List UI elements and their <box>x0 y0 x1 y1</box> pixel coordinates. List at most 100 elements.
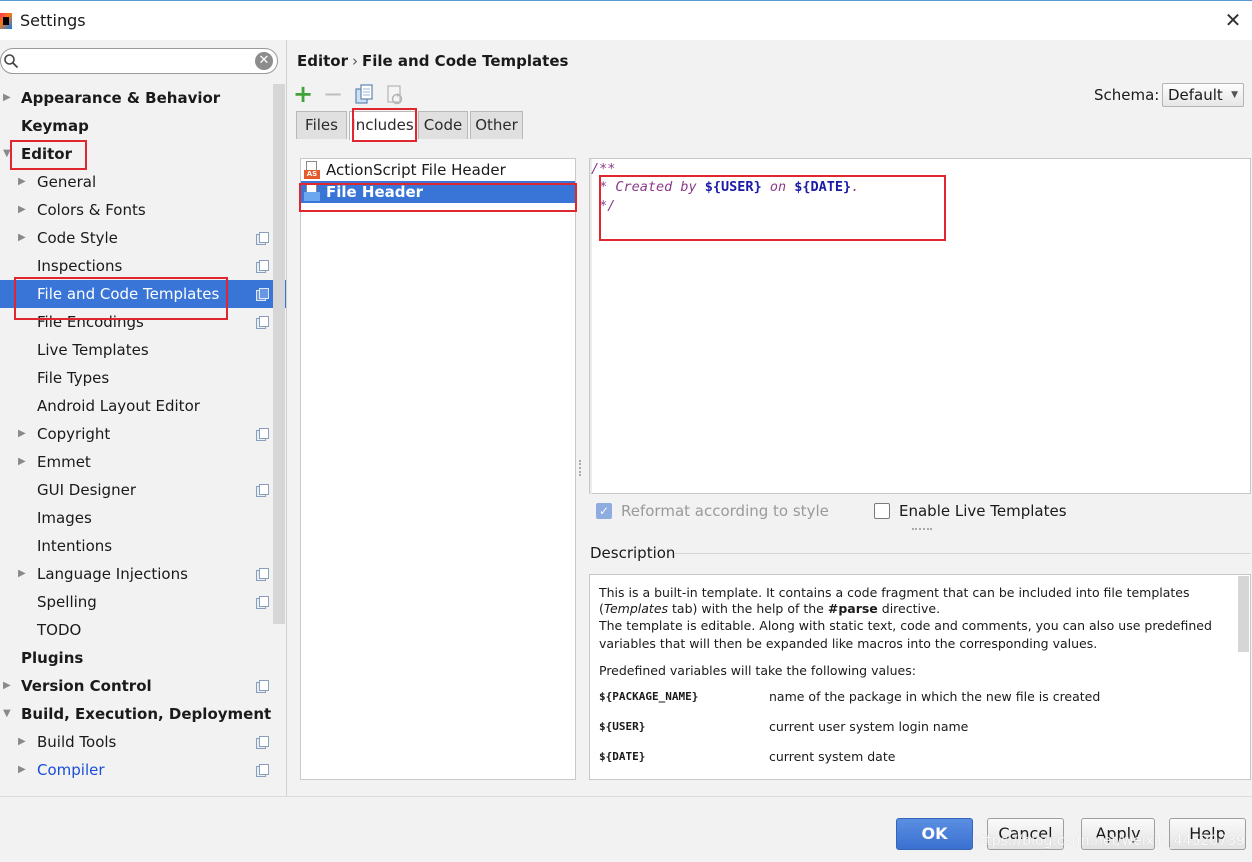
description-text: Predefined variables will take the follo… <box>599 663 916 678</box>
enable-live-templates-label: Enable Live Templates <box>899 502 1067 520</box>
enable-live-templates-checkbox[interactable] <box>874 503 890 519</box>
variable-name: ${PACKAGE_NAME} <box>599 690 699 703</box>
settings-tree: ▶ Appearance & Behavior Keymap ▼ Editor ▶ G… <box>0 84 286 784</box>
tree-item-version-control[interactable]: ▶ Version Control <box>0 672 272 700</box>
project-settings-icon <box>256 680 269 693</box>
search-input[interactable] <box>23 52 253 70</box>
collapse-arrow-icon[interactable]: ▼ <box>3 700 15 728</box>
breadcrumb-parent: Editor <box>297 52 348 70</box>
window-title: Settings <box>20 11 86 30</box>
project-settings-icon <box>256 596 269 609</box>
expand-arrow-icon[interactable]: ▶ <box>18 196 30 224</box>
project-settings-icon <box>256 428 269 441</box>
footer-divider <box>0 796 1252 797</box>
description-heading: Description <box>590 544 676 562</box>
title-bar: Settings ✕ <box>0 0 1252 40</box>
tree-item-code-style[interactable]: ▶ Code Style <box>0 224 272 252</box>
project-settings-icon <box>256 288 269 301</box>
description-panel: This is a built-in template. It contains… <box>589 574 1251 780</box>
variable-name: ${DATE} <box>599 750 646 763</box>
tree-item-keymap[interactable]: Keymap <box>0 112 272 140</box>
project-settings-icon <box>256 232 269 245</box>
description-text: The template is editable. Along with sta… <box>599 618 1212 633</box>
tree-item-live-templates[interactable]: Live Templates <box>0 336 272 364</box>
template-item-actionscript-file-header[interactable]: AS ActionScript File Header <box>301 159 575 181</box>
tree-item-emmet[interactable]: ▶ Emmet <box>0 448 272 476</box>
tree-item-gui-designer[interactable]: GUI Designer <box>0 476 272 504</box>
tab-code[interactable]: Code <box>418 111 468 139</box>
watermark: https://blog.csdn.net/weixin_44520739 <box>972 833 1246 849</box>
schema-dropdown[interactable]: Default ▼ <box>1162 83 1244 107</box>
tree-item-appearance-behavior[interactable]: ▶ Appearance & Behavior <box>0 84 272 112</box>
close-window-button[interactable]: ✕ <box>1222 9 1244 31</box>
add-template-icon[interactable]: + <box>293 82 313 106</box>
project-settings-icon <box>256 568 269 581</box>
breadcrumb-separator: › <box>352 52 358 70</box>
expand-arrow-icon[interactable]: ▶ <box>18 728 30 756</box>
reset-to-default-icon[interactable] <box>385 84 405 106</box>
tree-item-spelling[interactable]: Spelling <box>0 588 272 616</box>
tree-item-plugins[interactable]: Plugins <box>0 644 272 672</box>
variable-name: ${USER} <box>599 720 646 733</box>
expand-arrow-icon[interactable]: ▶ <box>18 560 30 588</box>
chevron-down-icon: ▼ <box>1231 90 1238 100</box>
tree-item-intentions[interactable]: Intentions <box>0 532 272 560</box>
splitter-handle[interactable] <box>579 460 583 476</box>
expand-arrow-icon[interactable]: ▶ <box>18 420 30 448</box>
settings-search-field[interactable]: ✕ <box>0 48 278 74</box>
expand-arrow-icon[interactable]: ▶ <box>18 168 30 196</box>
copy-template-icon[interactable] <box>354 84 374 106</box>
tree-item-android-layout-editor[interactable]: Android Layout Editor <box>0 392 272 420</box>
expand-arrow-icon[interactable]: ▶ <box>3 672 15 700</box>
template-list: AS ActionScript File Header File Header <box>300 158 576 780</box>
reformat-checkbox[interactable]: ✓ <box>596 503 612 519</box>
intellij-app-icon <box>0 13 12 29</box>
expand-arrow-icon[interactable]: ▶ <box>18 756 30 784</box>
code-line-1: /** <box>591 161 616 177</box>
project-settings-icon <box>256 736 269 749</box>
tree-item-inspections[interactable]: Inspections <box>0 252 272 280</box>
tree-item-colors-fonts[interactable]: ▶ Colors & Fonts <box>0 196 272 224</box>
variable-description: current user system login name <box>769 719 969 734</box>
tree-item-copyright[interactable]: ▶ Copyright <box>0 420 272 448</box>
description-scrollbar[interactable] <box>1238 576 1249 652</box>
resize-grip[interactable] <box>912 528 932 532</box>
tree-item-images[interactable]: Images <box>0 504 272 532</box>
schema-label: Schema: <box>1094 86 1160 104</box>
variable-description: current system date <box>769 749 896 764</box>
tree-item-file-and-code-templates[interactable]: File and Code Templates <box>0 280 286 308</box>
project-settings-icon <box>256 484 269 497</box>
tree-item-compiler[interactable]: ▶ Compiler <box>0 756 272 784</box>
remove-template-icon[interactable]: − <box>323 82 343 106</box>
tree-item-file-encodings[interactable]: File Encodings <box>0 308 272 336</box>
clear-search-icon[interactable]: ✕ <box>255 52 273 70</box>
settings-sidebar: ✕ ▶ Appearance & Behavior Keymap ▼ Editor … <box>0 40 287 796</box>
expand-arrow-icon[interactable]: ▶ <box>18 224 30 252</box>
template-label: File Header <box>326 183 424 201</box>
expand-arrow-icon[interactable]: ▶ <box>18 448 30 476</box>
schema-selected-value: Default <box>1168 86 1223 104</box>
code-line-2: * Created by ${USER} on ${DATE}. <box>591 179 860 195</box>
tree-item-build-tools[interactable]: ▶ Build Tools <box>0 728 272 756</box>
project-settings-icon <box>256 260 269 273</box>
tree-item-general[interactable]: ▶ General <box>0 168 272 196</box>
template-label: ActionScript File Header <box>326 161 506 179</box>
ok-button[interactable]: OK <box>896 818 973 850</box>
sidebar-scrollbar[interactable] <box>273 84 285 624</box>
search-icon <box>4 54 19 69</box>
project-settings-icon <box>256 316 269 329</box>
tree-item-editor[interactable]: ▼ Editor <box>0 140 272 168</box>
template-item-file-header[interactable]: File Header <box>301 181 575 203</box>
tree-item-file-types[interactable]: File Types <box>0 364 272 392</box>
expand-arrow-icon[interactable]: ▶ <box>3 84 15 112</box>
description-text: variables that will then be expanded lik… <box>599 636 1098 651</box>
project-settings-icon <box>256 764 269 777</box>
tree-item-todo[interactable]: TODO <box>0 616 272 644</box>
tab-other[interactable]: Other <box>470 111 523 139</box>
tree-item-language-injections[interactable]: ▶ Language Injections <box>0 560 272 588</box>
tab-includes[interactable]: Includes <box>349 111 416 140</box>
tab-files[interactable]: Files <box>296 111 347 139</box>
tree-item-build-execution-deployment[interactable]: ▼ Build, Execution, Deployment <box>0 700 272 728</box>
template-code-editor[interactable]: /** * Created by ${USER} on ${DATE}. */ <box>589 158 1251 495</box>
collapse-arrow-icon[interactable]: ▼ <box>3 140 15 168</box>
